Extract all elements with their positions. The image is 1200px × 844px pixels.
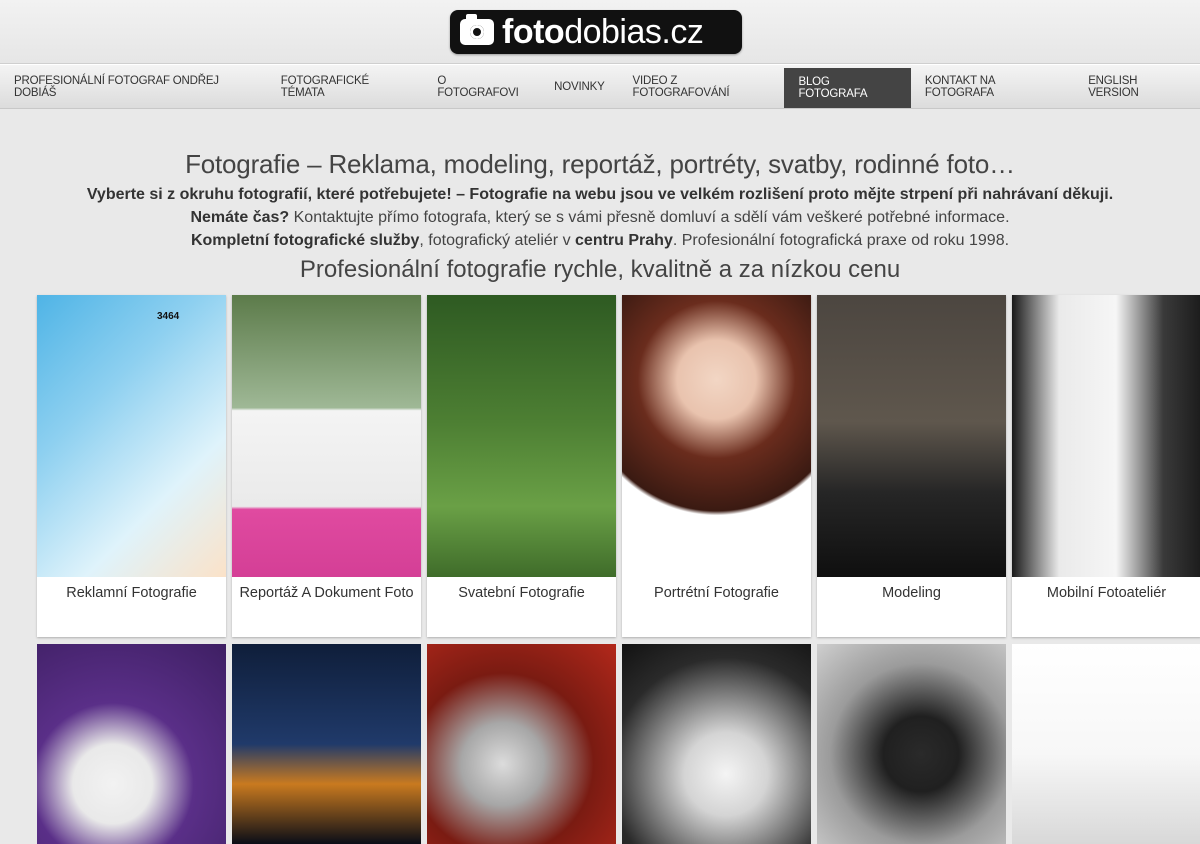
- camera-icon: [460, 14, 494, 45]
- site-header: fotodobias.cz: [0, 0, 1200, 64]
- gallery-card-svatebni[interactable]: Svatební Fotografie: [427, 295, 616, 637]
- intro-line-2-bold: Nemáte čas?: [190, 209, 290, 226]
- intro-line-3-bold-1: Kompletní fotografické služby: [190, 232, 420, 249]
- photo-thumbnail[interactable]: [427, 295, 616, 577]
- gallery-card[interactable]: [622, 644, 811, 844]
- gallery-caption[interactable]: Reklamní Fotografie: [37, 577, 226, 601]
- intro-line-2: Nemáte čas? Kontaktujte přímo fotografa,…: [0, 209, 1200, 227]
- gallery-grid: 3464 Reklamní Fotografie Reportáž A Doku…: [37, 295, 1200, 844]
- nav-item-english[interactable]: ENGLISH VERSION: [1074, 65, 1200, 108]
- model-number: 3464: [157, 311, 180, 322]
- nav-item-profesionalni-fotograf[interactable]: PROFESIONÁLNÍ FOTOGRAF ONDŘEJ DOBIÁŠ: [0, 65, 267, 108]
- nav-item-video[interactable]: VIDEO Z FOTOGRAFOVÁNÍ: [619, 65, 785, 108]
- nav-item-novinky[interactable]: NOVINKY: [540, 65, 618, 108]
- nav-item-o-fotografovi[interactable]: O FOTOGRAFOVI: [423, 65, 540, 108]
- gallery-card-portretni[interactable]: Portrétní Fotografie: [622, 295, 811, 637]
- gallery-card[interactable]: [232, 644, 421, 844]
- photo-thumbnail[interactable]: [427, 644, 616, 844]
- intro-line-2-text: Kontaktujte přímo fotografa, který se s …: [289, 209, 1010, 226]
- gallery-caption[interactable]: Mobilní Fotoateliér: [1012, 577, 1200, 601]
- gallery-card[interactable]: [37, 644, 226, 844]
- gallery-card-reportaz[interactable]: Reportáž A Dokument Foto: [232, 295, 421, 637]
- photo-thumbnail[interactable]: 3464: [37, 295, 226, 577]
- gallery-card-modeling[interactable]: Modeling: [817, 295, 1006, 637]
- photo-thumbnail[interactable]: [37, 644, 226, 844]
- intro-section: Fotografie – Reklama, modeling, reportáž…: [0, 109, 1200, 284]
- photo-thumbnail[interactable]: [232, 644, 421, 844]
- gallery-card-reklamni[interactable]: 3464 Reklamní Fotografie: [37, 295, 226, 637]
- intro-line-1: Vyberte si z okruhu fotografií, které po…: [86, 186, 1114, 203]
- nav-item-fotograficke-temata[interactable]: FOTOGRAFICKÉ TÉMATA: [267, 65, 424, 108]
- gallery-caption[interactable]: Svatební Fotografie: [427, 577, 616, 601]
- gallery-caption[interactable]: Reportáž A Dokument Foto: [232, 577, 421, 601]
- photo-thumbnail[interactable]: [232, 295, 421, 577]
- page-subheadline: Profesionální fotografie rychle, kvalitn…: [299, 256, 901, 283]
- nav-item-blog[interactable]: BLOG FOTOGRAFA: [784, 68, 911, 108]
- intro-line-3-mid: , fotografický ateliér v: [419, 232, 576, 249]
- photo-thumbnail[interactable]: [817, 644, 1006, 844]
- nav-item-kontakt[interactable]: KONTAKT NA FOTOGRAFA: [911, 65, 1074, 108]
- photo-thumbnail[interactable]: [622, 295, 811, 577]
- photo-thumbnail[interactable]: [817, 295, 1006, 577]
- gallery-caption[interactable]: Portrétní Fotografie: [622, 577, 811, 601]
- gallery-card-mobilni-fotoatelier[interactable]: Mobilní Fotoateliér: [1012, 295, 1200, 637]
- photo-thumbnail[interactable]: [622, 644, 811, 844]
- page-headline: Fotografie – Reklama, modeling, reportáž…: [185, 149, 1015, 179]
- photo-thumbnail[interactable]: [1012, 644, 1200, 844]
- gallery-caption[interactable]: Modeling: [817, 577, 1006, 601]
- main-navigation: PROFESIONÁLNÍ FOTOGRAF ONDŘEJ DOBIÁŠ FOT…: [0, 64, 1200, 109]
- photo-thumbnail[interactable]: [1012, 295, 1200, 577]
- intro-line-3-bold-2: centru Prahy: [575, 232, 673, 249]
- gallery-card[interactable]: [817, 644, 1006, 844]
- site-logo[interactable]: fotodobias.cz: [450, 10, 742, 54]
- intro-line-3-end: . Profesionální fotografická praxe od ro…: [672, 232, 1010, 249]
- gallery-card[interactable]: [1012, 644, 1200, 844]
- intro-line-3: Kompletní fotografické služby, fotografi…: [0, 232, 1200, 250]
- gallery-card[interactable]: [427, 644, 616, 844]
- logo-text: fotodobias.cz: [502, 13, 704, 51]
